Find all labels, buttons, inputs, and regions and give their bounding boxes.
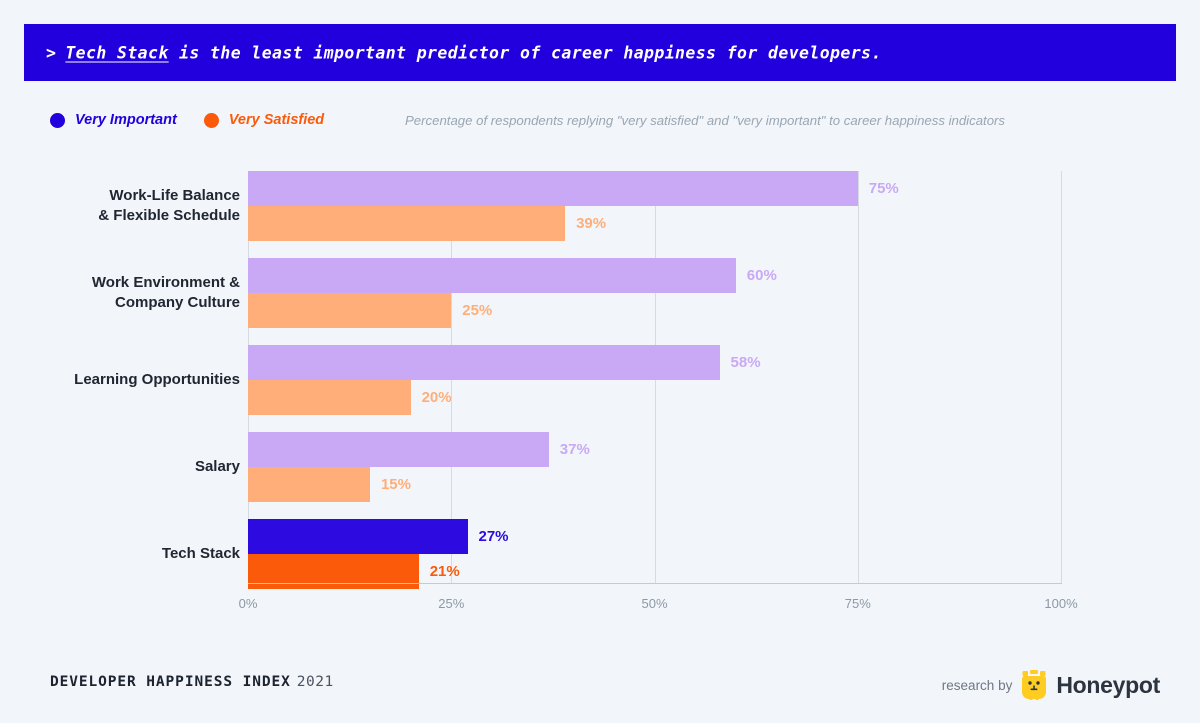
- bar-group: 60% 25%: [248, 258, 1061, 328]
- gridline: [1061, 171, 1062, 583]
- bar[interactable]: [248, 206, 566, 241]
- bar-group: 75% 39%: [248, 171, 1061, 241]
- bar-value-label: 58%: [730, 354, 761, 371]
- footer-index-label: DEVELOPER HAPPINESS INDEX: [50, 674, 291, 690]
- bar-value-label: 75%: [868, 180, 899, 197]
- chart-legend: Very Important Very Satisfied: [50, 112, 324, 128]
- circle-icon: [203, 112, 219, 128]
- bar-value-label: 20%: [421, 389, 452, 406]
- x-axis-tick-label: 0%: [238, 596, 258, 611]
- honeypot-bear-icon: [1021, 670, 1047, 700]
- page-title: > Tech Stack is the least important predi…: [46, 43, 882, 62]
- chevron-right-icon: >: [46, 43, 57, 62]
- bar[interactable]: [248, 345, 720, 380]
- category-label: Tech Stack: [161, 545, 240, 562]
- bar[interactable]: [248, 171, 858, 206]
- title-rest: is the least important predictor of care…: [168, 43, 882, 62]
- title-highlight: Tech Stack: [65, 43, 169, 62]
- category-label: Work-Life Balance & Flexible Schedule: [98, 187, 240, 224]
- bar[interactable]: [248, 380, 411, 415]
- category-label: Salary: [194, 458, 240, 475]
- bar[interactable]: [248, 293, 452, 328]
- legend-item-very-important[interactable]: Very Important: [50, 112, 177, 128]
- legend-label: Very Satisfied: [228, 112, 325, 128]
- plot-area: 75% 39% 60% 25% 58% 20% 37% 15% 27% 21%: [248, 171, 1062, 589]
- bar[interactable]: [248, 432, 549, 467]
- bar-value-label: 39%: [576, 215, 607, 232]
- circle-icon: [50, 112, 65, 128]
- brand-name: Honeypot: [1056, 671, 1160, 698]
- research-by-label: research by: [941, 677, 1013, 693]
- x-axis-tick-label: 50%: [641, 596, 668, 611]
- footer-attribution: research by Honeypot: [942, 670, 1160, 700]
- x-axis-line: [248, 583, 1062, 584]
- bar[interactable]: [248, 519, 468, 554]
- bar-group: 58% 20%: [248, 345, 1061, 415]
- footer-year: 2021: [296, 674, 334, 690]
- bar-value-label: 15%: [380, 476, 411, 493]
- bar-group: 27% 21%: [248, 519, 1061, 589]
- x-axis-tick-label: 25%: [438, 596, 465, 611]
- bar-group: 37% 15%: [248, 432, 1061, 502]
- x-axis-tick-label: 100%: [1044, 596, 1078, 611]
- footer-index: DEVELOPER HAPPINESS INDEX 2021: [50, 673, 334, 691]
- bar[interactable]: [248, 258, 736, 293]
- x-axis-tick-label: 75%: [844, 596, 871, 611]
- category-label: Learning Opportunities: [74, 371, 240, 388]
- bar[interactable]: [248, 467, 370, 502]
- chart-canvas: > Tech Stack is the least important predi…: [0, 0, 1200, 723]
- header-banner: > Tech Stack is the least important predi…: [24, 24, 1176, 81]
- category-label: Work Environment & Company Culture: [91, 274, 240, 311]
- bar-value-label: 37%: [559, 441, 590, 458]
- bar-value-label: 60%: [746, 267, 777, 284]
- legend-item-very-satisfied[interactable]: Very Satisfied: [203, 112, 325, 128]
- chart-subtitle: Percentage of respondents replying "very…: [405, 113, 1006, 128]
- legend-label: Very Important: [75, 112, 177, 128]
- bar-value-label: 27%: [478, 528, 509, 545]
- bar-value-label: 25%: [462, 302, 493, 319]
